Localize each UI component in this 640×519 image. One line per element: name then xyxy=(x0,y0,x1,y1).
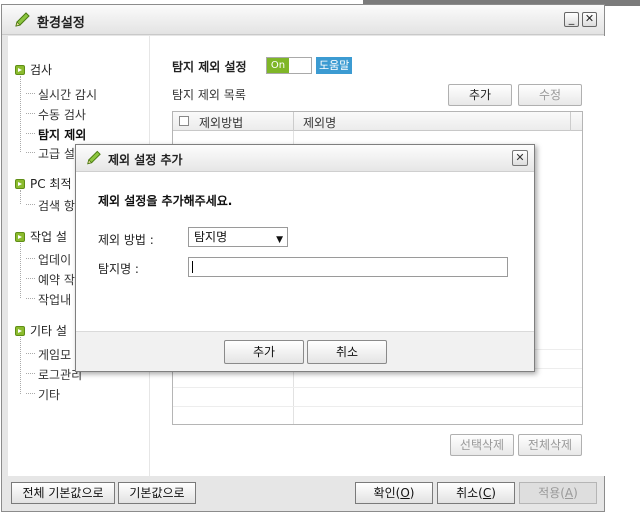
tree-connector xyxy=(20,190,21,204)
ok-label: 확인( xyxy=(373,486,401,500)
sidebar-item-manual-scan[interactable]: 수동 검사 xyxy=(26,106,86,123)
cancel-label: 취소( xyxy=(456,486,483,500)
dialog-add-button[interactable]: 추가 xyxy=(224,340,304,364)
close-button[interactable]: ✕ xyxy=(582,12,597,27)
sidebar-item-realtime-monitor[interactable]: 실시간 감시 xyxy=(25,86,97,103)
edit-exclusion-button[interactable]: 수정 xyxy=(518,84,582,106)
method-select[interactable]: 탐지명 ▼ xyxy=(188,227,288,247)
add-exclusion-button[interactable]: 추가 xyxy=(448,84,512,106)
dialog-message: 제외 설정을 추가해주세요. xyxy=(98,194,233,208)
expand-icon xyxy=(15,232,25,242)
column-divider xyxy=(293,112,294,131)
tree-connector xyxy=(20,337,21,394)
minimize-button[interactable]: _ xyxy=(564,12,579,27)
ok-button[interactable]: 확인(O) xyxy=(355,482,433,504)
expand-icon xyxy=(15,326,25,336)
table-row[interactable] xyxy=(173,387,582,388)
list-title: 탐지 제외 목록 xyxy=(172,88,246,102)
column-divider xyxy=(570,112,571,131)
tree-connector xyxy=(20,243,21,298)
dialog-cancel-button[interactable]: 취소 xyxy=(307,340,387,364)
sidebar-item-misc[interactable]: 기타 xyxy=(25,386,60,403)
detection-name-input[interactable] xyxy=(188,257,508,277)
apply-label: 적용( xyxy=(538,486,565,500)
delete-all-button[interactable]: 전체삭제 xyxy=(518,434,582,456)
apply-button[interactable]: 적용(A) xyxy=(519,482,597,504)
sidebar-category-label: 검사 xyxy=(30,63,53,77)
sidebar-category-label: 기타 설 xyxy=(30,324,67,338)
sidebar-category-pc-optimize[interactable]: PC 최적 xyxy=(15,175,72,192)
cancel-shortcut: C xyxy=(482,486,492,500)
exclusion-toggle[interactable]: On xyxy=(266,57,312,74)
tree-connector xyxy=(20,76,21,152)
select-all-checkbox[interactable] xyxy=(179,116,189,126)
ok-shortcut: O xyxy=(400,486,410,500)
sidebar-category-label: 작업 설 xyxy=(30,230,67,244)
cancel-paren: ) xyxy=(491,486,496,500)
chevron-down-icon: ▼ xyxy=(276,235,283,245)
ok-paren: ) xyxy=(409,486,415,500)
reset-defaults-button[interactable]: 기본값으로 xyxy=(118,482,196,504)
cancel-button[interactable]: 취소(C) xyxy=(437,482,515,504)
sidebar-item-game-mode[interactable]: 게임모 xyxy=(25,346,71,363)
text-caret xyxy=(192,261,193,273)
pencil-icon xyxy=(87,150,101,165)
column-header-method[interactable]: 제외방법 xyxy=(199,114,243,131)
sidebar-item-history[interactable]: 작업내 xyxy=(25,291,71,308)
expand-icon xyxy=(15,179,25,189)
add-exclusion-dialog: 제외 설정 추가 ✕ 제외 설정을 추가해주세요. 제외 방법 : 탐지명 ▼ … xyxy=(75,144,535,372)
sidebar-category-task[interactable]: 작업 설 xyxy=(15,228,67,245)
apply-shortcut: A xyxy=(564,486,574,500)
sidebar-item-exclusions[interactable]: 탐지 제외 xyxy=(25,126,86,143)
delete-selected-button[interactable]: 선택삭제 xyxy=(450,434,514,456)
dialog-titlebar[interactable]: 제외 설정 추가 ✕ xyxy=(76,145,534,172)
pencil-icon xyxy=(15,12,30,27)
help-button[interactable]: 도움말 xyxy=(316,57,353,74)
window-titlebar[interactable]: 환경설정 _ ✕ xyxy=(2,5,604,35)
sidebar-category-etc[interactable]: 기타 설 xyxy=(15,322,67,339)
table-header: 제외방법 제외명 xyxy=(173,112,582,131)
method-label: 제외 방법 : xyxy=(98,233,154,247)
section-title: 탐지 제외 설정 xyxy=(172,60,247,74)
dialog-title: 제외 설정 추가 xyxy=(108,153,183,167)
method-select-value: 탐지명 xyxy=(194,230,228,244)
dialog-button-bar: 추가 취소 xyxy=(76,331,534,371)
sidebar-item-update[interactable]: 업데이 xyxy=(25,251,71,268)
window-title: 환경설정 xyxy=(37,16,85,31)
dialog-close-button[interactable]: ✕ xyxy=(512,150,528,166)
sidebar-category-label: PC 최적 xyxy=(30,177,72,191)
sidebar-item-advanced[interactable]: 고급 설 xyxy=(26,145,75,162)
sidebar-item-search-items[interactable]: 검색 항 xyxy=(26,197,75,214)
column-header-name[interactable]: 제외명 xyxy=(303,114,336,131)
expand-icon xyxy=(15,65,25,75)
detection-name-label: 탐지명 : xyxy=(98,262,139,276)
sidebar-item-scheduled[interactable]: 예약 작 xyxy=(26,271,75,288)
apply-paren: ) xyxy=(573,486,578,500)
table-row[interactable] xyxy=(173,406,582,407)
toggle-on-label: On xyxy=(267,58,289,73)
reset-all-defaults-button[interactable]: 전체 기본값으로 xyxy=(11,482,115,504)
